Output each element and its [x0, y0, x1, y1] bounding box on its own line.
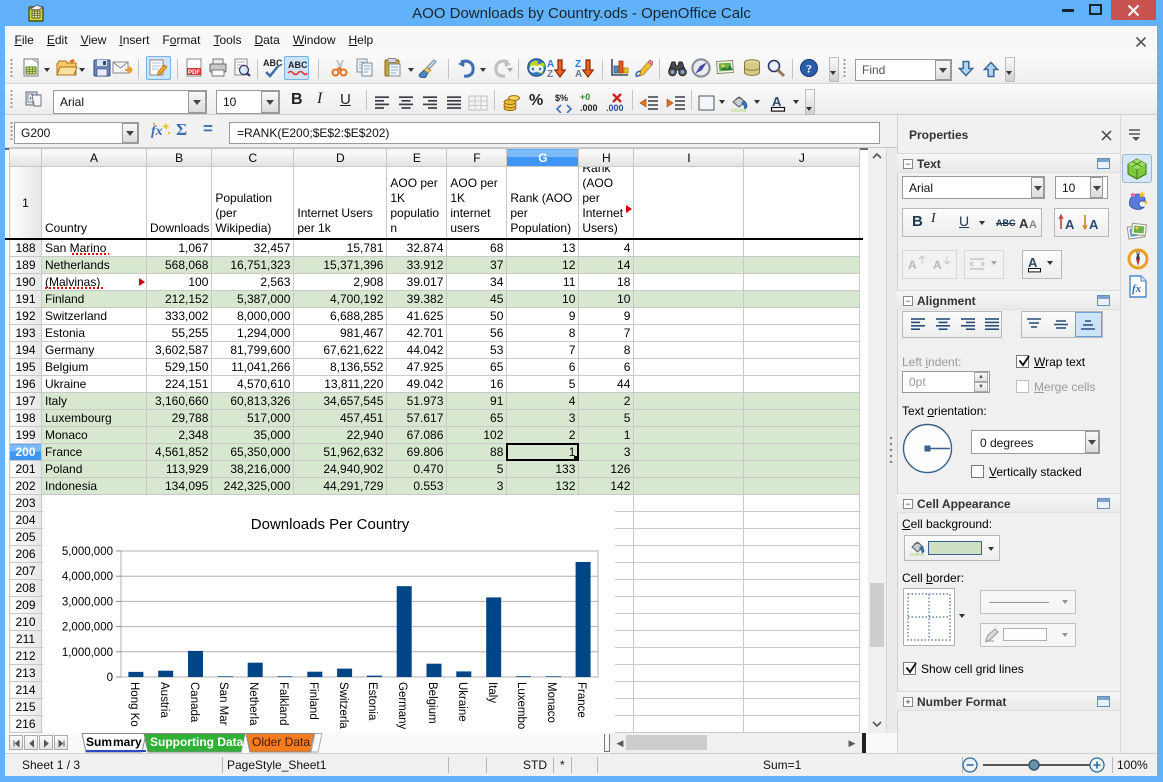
svg-text:PDF: PDF: [188, 70, 200, 76]
svg-text:4,000,000: 4,000,000: [62, 571, 113, 583]
svg-text:A: A: [1028, 255, 1038, 270]
svg-text:A: A: [1029, 219, 1037, 231]
svg-text:.000: .000: [580, 103, 598, 113]
svg-text:5,000,000: 5,000,000: [62, 546, 113, 558]
svg-text:A: A: [772, 94, 782, 109]
svg-text:fx: fx: [151, 124, 163, 139]
svg-text:ABC: ABC: [263, 58, 283, 68]
svg-text:?: ?: [806, 62, 812, 76]
svg-text:$%: $%: [555, 93, 568, 103]
svg-text:A: A: [1065, 217, 1075, 232]
svg-text:Z: Z: [547, 69, 553, 78]
svg-text:fx: fx: [1132, 283, 1142, 295]
svg-text:1,000,000: 1,000,000: [62, 647, 113, 659]
svg-text:A: A: [933, 258, 942, 272]
svg-text:2,000,000: 2,000,000: [62, 622, 113, 634]
svg-text:A: A: [575, 69, 582, 78]
svg-text:3,000,000: 3,000,000: [62, 596, 113, 608]
svg-text:0: 0: [107, 672, 113, 684]
svg-text:ABC: ABC: [288, 60, 308, 70]
svg-text:+0: +0: [580, 92, 590, 102]
svg-text:Downloads Per Country: Downloads Per Country: [251, 516, 410, 533]
svg-text:A: A: [1019, 216, 1029, 231]
svg-text:A: A: [908, 258, 917, 272]
svg-text:A: A: [1089, 217, 1099, 232]
svg-text:.000: .000: [606, 103, 624, 113]
